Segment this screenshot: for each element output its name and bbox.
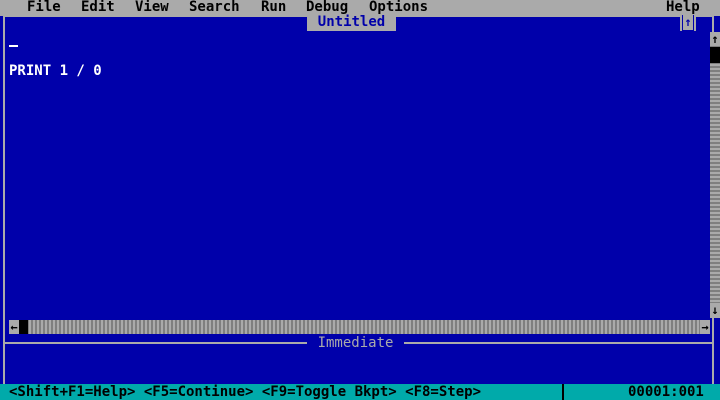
menu-help[interactable]: Help (666, 0, 700, 16)
status-separator (562, 384, 564, 400)
code-line: PRINT 1 / 0 (9, 63, 102, 79)
text-cursor (9, 45, 18, 47)
status-hints: <Shift+F1=Help> <F5=Continue> <F9=Toggle… (9, 384, 482, 400)
scroll-down-icon[interactable]: ↓ (710, 303, 720, 317)
menu-file[interactable]: File (27, 0, 61, 16)
vertical-scrollbar[interactable] (710, 32, 720, 318)
maximize-button[interactable]: ↑ (680, 15, 696, 31)
qbasic-screen: File Edit View Search Run Debug Options … (0, 0, 720, 400)
menu-search[interactable]: Search (189, 0, 240, 16)
editor-title: Untitled (307, 15, 396, 31)
cursor-position: 00001:001 (628, 384, 704, 400)
code-editor[interactable]: PRINT 1 / 0 (9, 31, 709, 316)
scroll-up-icon[interactable]: ↑ (710, 32, 720, 46)
menu-run[interactable]: Run (261, 0, 286, 16)
status-bar: <Shift+F1=Help> <F5=Continue> <F9=Toggle… (0, 384, 720, 400)
menu-view[interactable]: View (135, 0, 169, 16)
menu-edit[interactable]: Edit (81, 0, 115, 16)
divider (404, 342, 712, 344)
immediate-input[interactable] (9, 352, 709, 382)
vertical-scroll-thumb[interactable] (710, 47, 720, 63)
immediate-title: Immediate (317, 335, 394, 351)
divider (5, 342, 307, 344)
up-arrow-icon: ↑ (683, 15, 693, 30)
